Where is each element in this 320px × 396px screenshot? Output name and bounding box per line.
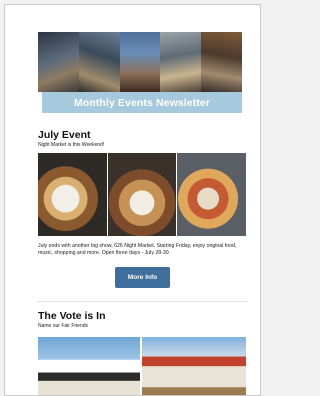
- fries-photo: [177, 153, 246, 236]
- section1-title: July Event: [38, 129, 91, 141]
- fair-friends-photos: [38, 337, 246, 395]
- more-info-button[interactable]: More Info: [115, 267, 170, 288]
- newsletter-banner: Monthly Events Newsletter: [42, 92, 242, 113]
- dumplings-photo: [38, 153, 107, 236]
- rooster-statue-photo: [142, 337, 246, 395]
- section-divider: [38, 301, 248, 302]
- section1-subtitle: Night Market is this Weekend!: [38, 142, 105, 148]
- email-frame: Monthly Events Newsletter July Event Nig…: [4, 4, 261, 396]
- section2-title: The Vote is In: [38, 310, 106, 322]
- header-photo-collage: [38, 32, 242, 92]
- food-photos: [38, 153, 246, 236]
- cow-statue-photo: [38, 337, 140, 395]
- section1-body: July ends with another big show, 626 Nig…: [38, 243, 237, 256]
- food-platter-photo: [108, 153, 176, 236]
- section2-subtitle: Name our Fair Friends: [38, 323, 89, 329]
